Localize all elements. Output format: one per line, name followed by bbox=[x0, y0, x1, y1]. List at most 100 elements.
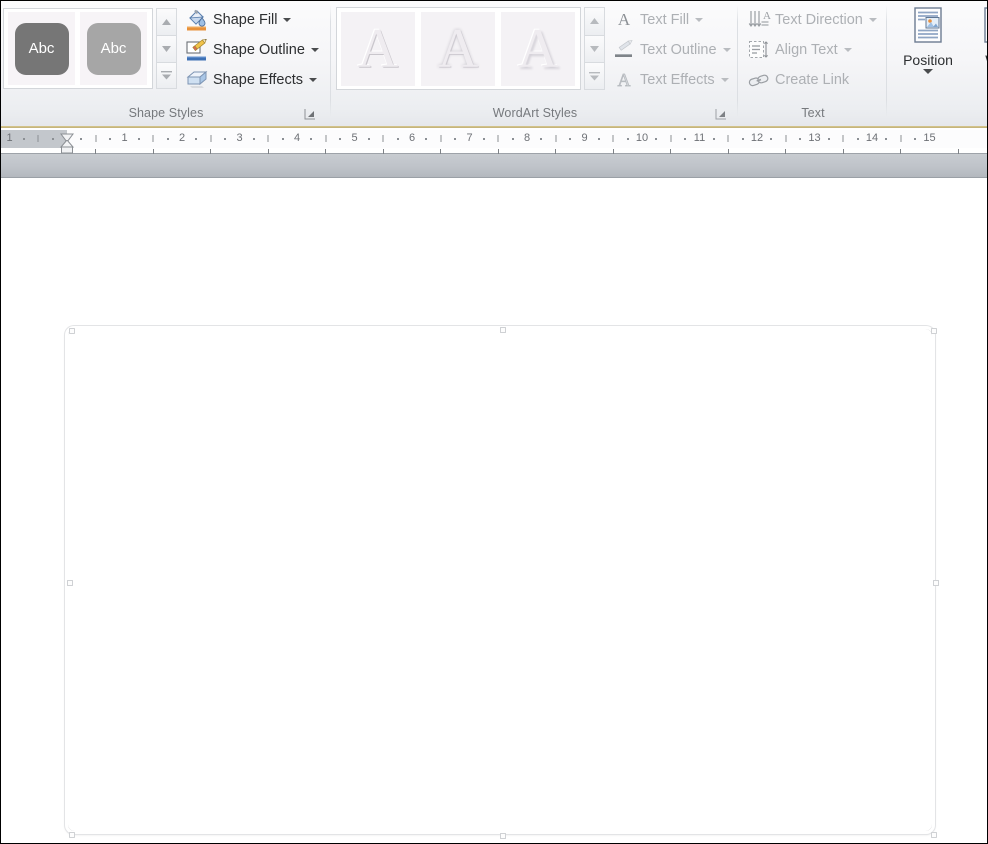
scroll-up-icon[interactable] bbox=[156, 8, 177, 35]
ribbon: Abc Abc Shape Fill Shape Outline Shape E… bbox=[1, 1, 987, 128]
wordart-styles-commands: A Text Fill Text Outline A Text Effects bbox=[610, 5, 738, 95]
text-effects-button[interactable]: A Text Effects bbox=[610, 65, 738, 95]
text-fill-icon: A bbox=[612, 8, 636, 32]
ruler-tick bbox=[195, 138, 198, 140]
wordart-style-thumb-1[interactable]: A bbox=[341, 12, 415, 86]
position-icon bbox=[906, 5, 950, 49]
ribbon-group-text: A Text Direction Align Text Create Link … bbox=[739, 1, 887, 126]
handle[interactable] bbox=[69, 328, 75, 334]
text-outline-label: Text Outline bbox=[640, 42, 717, 58]
document-canvas[interactable] bbox=[1, 179, 987, 843]
scroll-up-icon[interactable] bbox=[584, 7, 605, 35]
chevron-down-icon[interactable] bbox=[310, 48, 319, 52]
pencil-outline-icon bbox=[185, 38, 209, 62]
shape-effects-icon bbox=[185, 68, 209, 92]
ruler-tick bbox=[827, 138, 830, 140]
horizontal-ruler[interactable]: 1 1 2 3 4 5 6 7 8 9 10 11 12 13 14 15 bbox=[1, 130, 987, 154]
ruler-tick bbox=[555, 135, 557, 142]
ruler-tick bbox=[842, 135, 844, 142]
rounded-rectangle-shape[interactable] bbox=[65, 326, 935, 834]
more-wordart-styles-icon[interactable] bbox=[584, 62, 605, 91]
shape-styles-scrollbar[interactable] bbox=[156, 8, 177, 89]
shape-fill-label: Shape Fill bbox=[213, 12, 278, 28]
handle[interactable] bbox=[500, 327, 506, 333]
text-fill-button[interactable]: A Text Fill bbox=[610, 5, 738, 35]
handle[interactable] bbox=[931, 328, 937, 334]
handle[interactable] bbox=[69, 832, 75, 838]
ruler-tick bbox=[655, 138, 658, 140]
ruler-tick bbox=[22, 138, 25, 140]
ruler-number: 14 bbox=[865, 132, 879, 144]
handle[interactable] bbox=[931, 832, 937, 838]
ruler-number: 1 bbox=[6, 132, 13, 144]
ruler-number: 3 bbox=[236, 132, 243, 144]
selected-shape-container[interactable] bbox=[61, 322, 939, 839]
shape-styles-gallery[interactable]: Abc Abc bbox=[3, 8, 153, 89]
handle[interactable] bbox=[67, 580, 73, 586]
wordart-styles-scrollbar[interactable] bbox=[584, 7, 605, 91]
chevron-down-icon[interactable] bbox=[283, 18, 292, 22]
wordart-style-label-2: A bbox=[437, 18, 479, 80]
ruler-tick bbox=[712, 138, 715, 140]
ruler-tick bbox=[727, 135, 729, 142]
create-link-button[interactable]: Create Link bbox=[745, 65, 891, 95]
shape-fill-button[interactable]: Shape Fill bbox=[183, 5, 328, 35]
shape-style-label-1: Abc bbox=[28, 40, 55, 57]
text-direction-button[interactable]: A Text Direction bbox=[745, 5, 891, 35]
ruler-number: 8 bbox=[523, 132, 531, 144]
ruler-tick bbox=[382, 135, 384, 142]
handle[interactable] bbox=[500, 833, 506, 839]
ruler-tick bbox=[482, 138, 485, 140]
shape-effects-button[interactable]: Shape Effects bbox=[183, 65, 328, 95]
ruler-tick bbox=[440, 135, 442, 142]
ruler-tick bbox=[741, 138, 744, 140]
shape-style-label-2: Abc bbox=[100, 40, 127, 57]
wordart-styles-body: A A A A Text Fill Text Outline A Text Ef… bbox=[332, 1, 738, 101]
chevron-down-icon[interactable] bbox=[722, 48, 731, 52]
chevron-down-icon[interactable] bbox=[868, 18, 877, 22]
ruler-tick bbox=[166, 138, 169, 140]
group-separator bbox=[886, 5, 887, 117]
ruler-tick bbox=[856, 138, 859, 140]
align-text-label: Align Text bbox=[775, 42, 838, 58]
wordart-style-thumb-2[interactable]: A bbox=[421, 12, 495, 86]
shape-fill-area bbox=[68, 329, 932, 831]
wordart-styles-dialog-launcher[interactable] bbox=[714, 107, 728, 121]
wrap-text-icon bbox=[976, 5, 987, 49]
more-styles-icon[interactable] bbox=[156, 62, 177, 89]
ruler-tick bbox=[612, 135, 614, 142]
ruler-tick bbox=[210, 135, 212, 142]
ribbon-group-wordart-styles: A A A A Text Fill Text Outline A Text Ef… bbox=[332, 1, 738, 126]
ruler-tick bbox=[454, 138, 457, 140]
shape-outline-button[interactable]: Shape Outline bbox=[183, 35, 328, 65]
text-direction-icon: A bbox=[747, 8, 771, 32]
text-outline-button[interactable]: Text Outline bbox=[610, 35, 738, 65]
wrap-text-button[interactable]: Wra Tex bbox=[966, 5, 987, 87]
align-text-button[interactable]: Align Text bbox=[745, 35, 891, 65]
ruler-tick bbox=[152, 135, 154, 142]
wordart-style-thumb-3[interactable]: A bbox=[501, 12, 575, 86]
shape-outline-label: Shape Outline bbox=[213, 42, 305, 58]
handle[interactable] bbox=[933, 580, 939, 586]
chevron-down-icon[interactable] bbox=[843, 48, 852, 52]
ruler-tick bbox=[670, 135, 672, 142]
left-indent-marker[interactable] bbox=[59, 139, 75, 154]
wordart-styles-gallery[interactable]: A A A bbox=[336, 7, 581, 90]
position-button[interactable]: Position bbox=[896, 5, 960, 74]
first-line-indent-marker[interactable] bbox=[60, 130, 74, 143]
chevron-down-icon[interactable] bbox=[923, 69, 933, 74]
chevron-down-icon[interactable] bbox=[309, 78, 318, 82]
shape-style-thumb-2[interactable]: Abc bbox=[80, 12, 147, 85]
ruler-tick bbox=[51, 138, 54, 140]
ruler-tick bbox=[785, 135, 787, 142]
ruler-number: 6 bbox=[408, 132, 416, 144]
wordart-style-label-3: A bbox=[517, 18, 559, 80]
ruler-tick bbox=[325, 135, 327, 142]
shape-styles-dialog-launcher[interactable] bbox=[303, 107, 317, 121]
scroll-down-icon[interactable] bbox=[156, 35, 177, 62]
shape-style-thumb-1[interactable]: Abc bbox=[8, 12, 75, 85]
chevron-down-icon[interactable] bbox=[720, 78, 729, 82]
chevron-down-icon[interactable] bbox=[695, 18, 704, 22]
scroll-down-icon[interactable] bbox=[584, 34, 605, 63]
wordart-styles-group-label: WordArt Styles bbox=[492, 106, 578, 120]
